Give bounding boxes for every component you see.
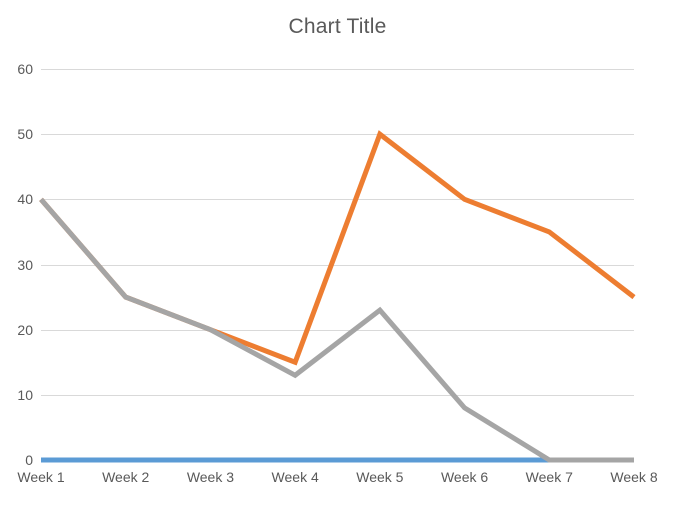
x-axis-tick-label: Week 2: [102, 469, 150, 485]
x-axis: Week 1 Week 2 Week 3 Week 4 Week 5 Week 6 Week…: [17, 468, 657, 490]
y-axis-tick-label: 20: [17, 321, 33, 338]
x-axis-tick-label: Week 1: [17, 469, 65, 485]
y-axis-tick-label: 30: [17, 256, 33, 273]
x-axis-tick-label: Week 7: [525, 469, 573, 485]
x-axis-tick-label: Week 5: [356, 469, 404, 485]
y-axis-tick-label: 60: [17, 61, 33, 77]
series-line-3: [39, 197, 634, 463]
x-axis-tick-label: Week 4: [271, 469, 319, 485]
x-axis-tick-label: Week 8: [610, 469, 658, 485]
y-axis-tick-label: 40: [17, 191, 33, 208]
chart-title: Chart Title: [288, 15, 387, 38]
x-axis-tick-label: Week 3: [186, 469, 235, 485]
y-axis-tick-label: 10: [17, 386, 33, 403]
x-axis-tick-label: Week 6: [440, 469, 489, 485]
series-line-2: [39, 130, 636, 366]
y-axis-tick-label: 0: [25, 452, 33, 468]
y-axis: 0 10 20 30 40 50 60: [0, 0, 41, 506]
y-axis-tick-label: 50: [17, 126, 33, 143]
line-chart: Chart Title 0 10 20 30 40 50 60 Week 1 Week 2 We…: [0, 0, 675, 506]
series-container: [39, 130, 636, 463]
